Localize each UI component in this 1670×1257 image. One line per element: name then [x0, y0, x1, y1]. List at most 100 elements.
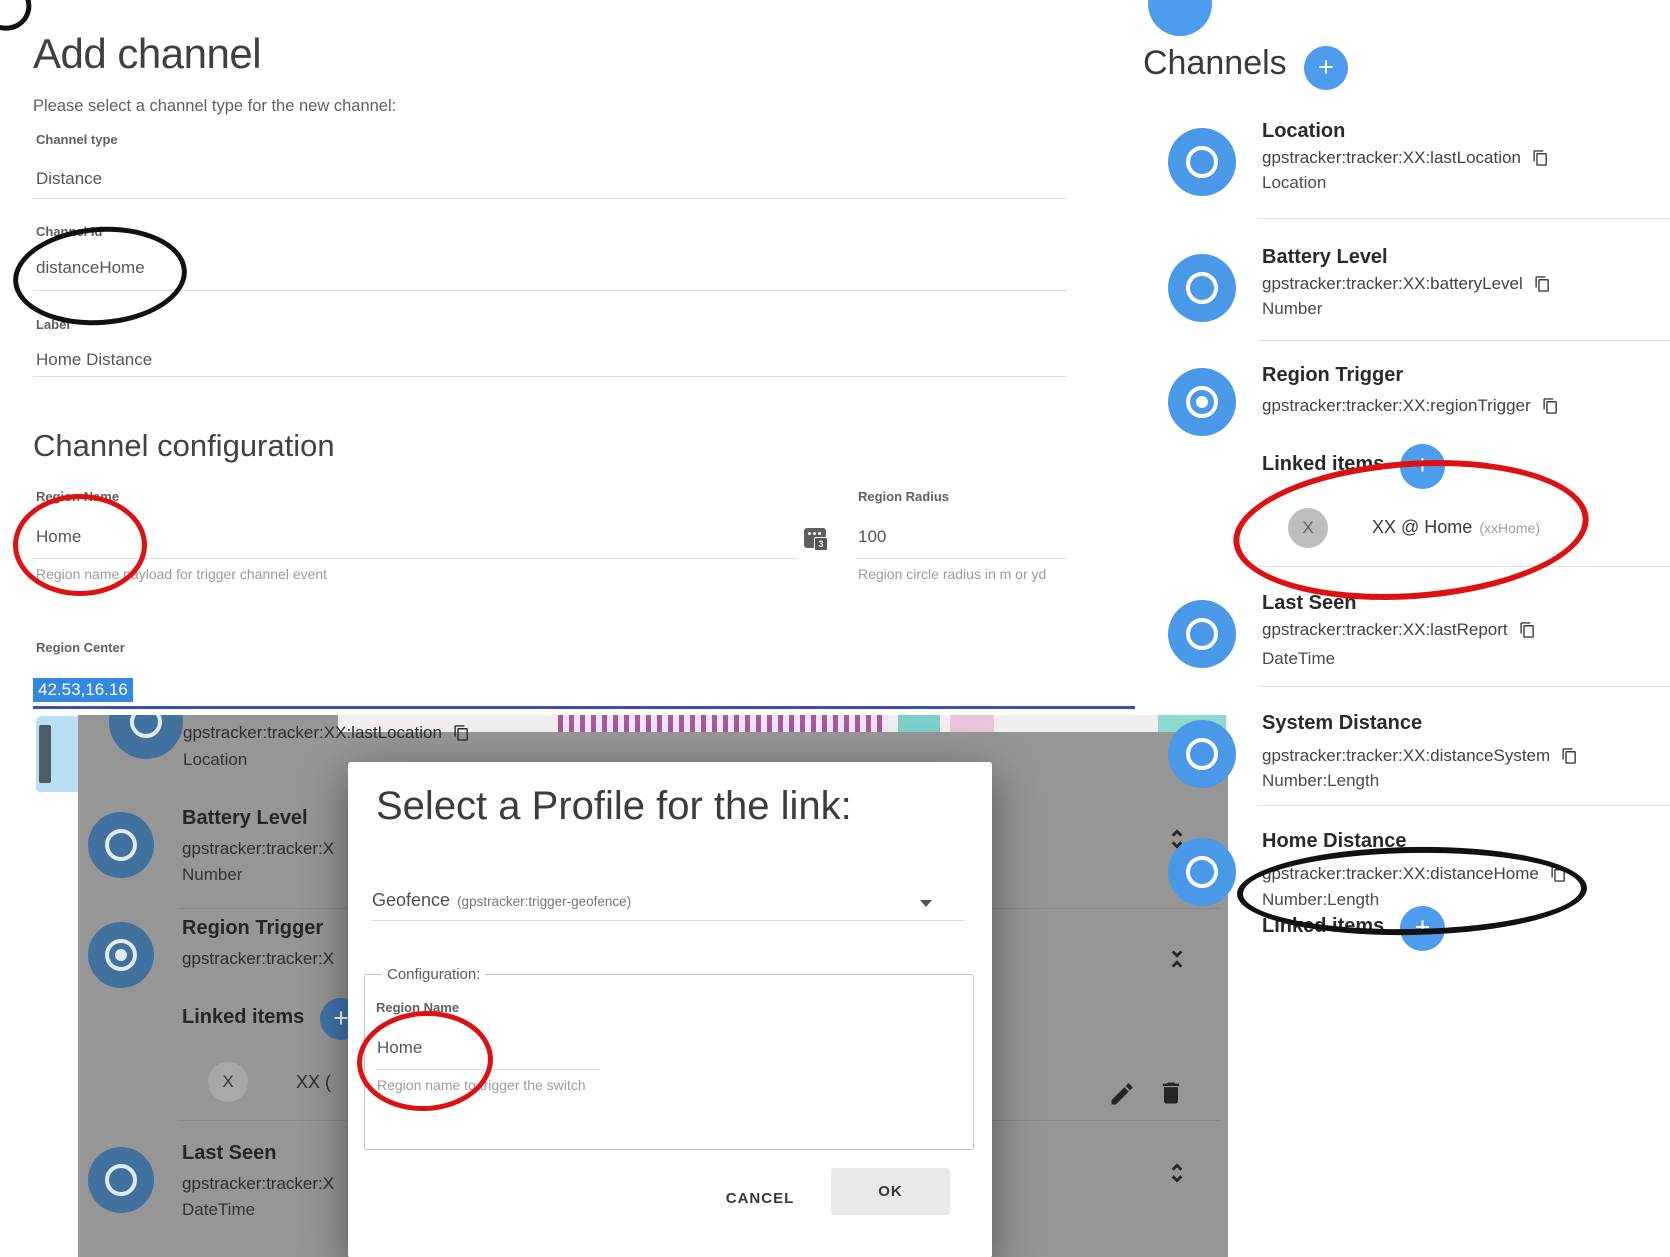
add-linked-item-button-home[interactable] — [1400, 906, 1445, 951]
copy-icon[interactable] — [1519, 621, 1536, 639]
profile-select-detail: (gpstracker:trigger-geofence) — [457, 894, 631, 909]
channel-uid-battery: gpstracker:tracker:XX:batteryLevel — [1262, 274, 1551, 294]
region-radius-hint: Region circle radius in m or yd — [858, 566, 1046, 582]
channel-title-battery-dimmed: Battery Level — [182, 807, 308, 830]
channel-icon-location-dimmed[interactable] — [109, 715, 183, 759]
linked-item-name-dimmed[interactable]: XX ( — [296, 1072, 331, 1093]
linked-item-name: XX @ Home — [1372, 517, 1472, 537]
channel-title-location: Location — [1262, 120, 1345, 143]
copy-icon[interactable] — [453, 724, 470, 742]
channel-uid-last-seen-dimmed: gpstracker:tracker:X — [182, 1174, 334, 1194]
region-center-focus-underline — [33, 706, 1135, 709]
channel-uid-location: gpstracker:tracker:XX:lastLocation — [1262, 148, 1549, 168]
channel-title-last-seen-dimmed: Last Seen — [182, 1142, 276, 1165]
channel-icon-battery-dimmed[interactable] — [88, 812, 154, 878]
channel-type-label: Channel type — [36, 132, 118, 147]
profile-select-value: Geofence — [372, 890, 450, 910]
page-title: Add channel — [33, 30, 261, 78]
region-name-input[interactable]: Home — [36, 527, 81, 547]
channel-title-battery: Battery Level — [1262, 246, 1388, 269]
linked-items-heading: Linked items — [1262, 453, 1384, 476]
channel-type-home-distance: Number:Length — [1262, 890, 1379, 910]
map-preview-sliver — [36, 716, 79, 792]
channel-title-region-trigger: Region Trigger — [1262, 364, 1403, 387]
channel-icon-system-distance[interactable] — [1168, 720, 1236, 788]
configuration-legend: Configuration: — [382, 966, 485, 983]
channel-type-battery-dimmed: Number — [182, 865, 242, 885]
channel-type-last-seen-dimmed: DateTime — [182, 1200, 255, 1220]
region-name-underline — [33, 558, 798, 559]
channel-uid-battery-dimmed: gpstracker:tracker:X — [182, 839, 334, 859]
channel-type-last-seen: DateTime — [1262, 649, 1335, 669]
channel-icon-last-seen[interactable] — [1168, 600, 1236, 668]
channel-title-system-distance: System Distance — [1262, 712, 1422, 735]
channel-id-input[interactable]: distanceHome — [36, 258, 145, 278]
channel-uid-region-trigger-dimmed: gpstracker:tracker:X — [182, 949, 334, 969]
screenshot-root: Add channel Please select a channel type… — [0, 0, 1670, 1257]
channel-id-underline — [33, 290, 1067, 291]
channel-title-last-seen: Last Seen — [1262, 592, 1356, 615]
channel-icon-last-seen-dimmed[interactable] — [88, 1147, 154, 1213]
delete-trash-icon[interactable] — [1157, 1079, 1185, 1107]
dialog-region-name-underline — [376, 1069, 600, 1070]
region-radius-input[interactable]: 100 — [858, 527, 886, 547]
channel-uid-home-distance: gpstracker:tracker:XX:distanceHome — [1262, 864, 1567, 884]
ok-button[interactable]: OK — [831, 1168, 950, 1215]
channel-id-label: Channel Id — [36, 224, 102, 239]
cancel-button[interactable]: CANCEL — [710, 1180, 810, 1216]
region-radius-label: Region Radius — [858, 489, 949, 504]
keyboard-input-icon[interactable]: 3 — [804, 528, 826, 548]
channel-uid-location-dimmed: gpstracker:tracker:XX:lastLocation — [183, 723, 470, 743]
profile-dialog: Select a Profile for the link: Geofence(… — [348, 762, 992, 1257]
divider — [1258, 686, 1670, 687]
dialog-region-name-input[interactable]: Home — [377, 1038, 422, 1058]
linked-item-row[interactable]: XX @ Home (xxHome) — [1372, 517, 1540, 538]
profile-select[interactable]: Geofence (gpstracker:trigger-geofence) — [372, 890, 964, 911]
linked-items-heading-home: Linked items — [1262, 915, 1384, 938]
add-linked-item-button[interactable] — [1400, 444, 1445, 489]
channel-icon-home-distance[interactable] — [1168, 838, 1236, 906]
dialog-region-name-hint: Region name to trigger the switch — [377, 1077, 586, 1093]
smear-purple — [558, 715, 888, 732]
channel-config-heading: Channel configuration — [33, 428, 335, 464]
smear-pink — [950, 715, 994, 732]
channel-type-underline — [33, 198, 1067, 199]
label-field-input[interactable]: Home Distance — [36, 350, 152, 370]
map-smear-strip — [338, 715, 1228, 732]
region-center-input[interactable]: 42.53,16.16 — [33, 678, 133, 702]
dialog-region-name-label: Region Name — [376, 1000, 459, 1015]
copy-icon[interactable] — [1561, 747, 1578, 765]
profile-select-underline — [372, 920, 964, 921]
channel-type-location-dimmed: Location — [183, 750, 247, 770]
copy-icon[interactable] — [1532, 149, 1549, 167]
region-name-hint: Region name payload for trigger channel … — [36, 566, 327, 582]
channel-icon-region-trigger[interactable] — [1168, 368, 1236, 436]
label-field-underline — [33, 376, 1067, 377]
region-radius-underline — [856, 558, 1067, 559]
partial-fab-button[interactable] — [1148, 0, 1212, 36]
unfold-more-icon[interactable] — [1164, 1159, 1190, 1187]
channel-icon-region-trigger-dimmed[interactable] — [88, 922, 154, 988]
region-center-label: Region Center — [36, 640, 125, 655]
channel-uid-region-trigger: gpstracker:tracker:XX:regionTrigger — [1262, 396, 1559, 416]
divider — [1258, 805, 1670, 806]
channel-type-input[interactable]: Distance — [36, 169, 102, 189]
linked-item-avatar-dimmed: X — [208, 1062, 248, 1102]
copy-icon[interactable] — [1542, 397, 1559, 415]
channel-title-home-distance: Home Distance — [1262, 830, 1407, 853]
region-name-label: Region Name — [36, 489, 119, 504]
add-channel-button[interactable] — [1304, 46, 1348, 90]
copy-icon[interactable] — [1550, 865, 1567, 883]
map-control-sliver — [39, 725, 51, 783]
edit-pencil-icon[interactable] — [1108, 1080, 1136, 1108]
linked-item-id: (xxHome) — [1479, 520, 1540, 536]
channel-icon-location[interactable] — [1168, 128, 1236, 196]
copy-icon[interactable] — [1534, 275, 1551, 293]
linked-item-avatar: X — [1288, 508, 1328, 548]
channel-type-battery: Number — [1262, 299, 1322, 319]
smear-teal — [898, 715, 940, 732]
channel-icon-battery[interactable] — [1168, 254, 1236, 322]
divider — [1258, 566, 1670, 567]
chevron-down-icon[interactable] — [920, 900, 932, 907]
unfold-less-icon[interactable] — [1164, 945, 1190, 973]
